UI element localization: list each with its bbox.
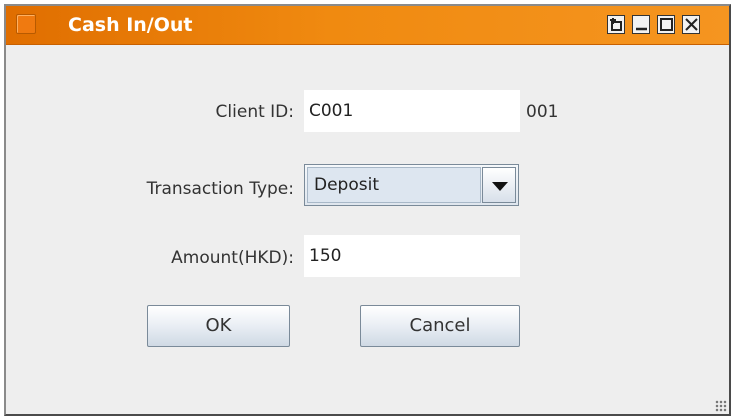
transaction-type-label: Transaction Type:: [146, 179, 294, 199]
cash-in-out-dialog: Cash In/Out Client ID: C001 001 Transact…: [4, 4, 731, 416]
pin-icon[interactable]: [607, 15, 625, 34]
title-bar[interactable]: Cash In/Out: [6, 6, 729, 45]
cancel-button[interactable]: Cancel: [360, 305, 520, 347]
client-id-field[interactable]: C001: [304, 90, 520, 132]
transaction-type-select[interactable]: Deposit: [304, 164, 519, 206]
minimize-icon[interactable]: [632, 15, 650, 34]
maximize-icon[interactable]: [657, 15, 675, 34]
close-icon[interactable]: [682, 15, 700, 34]
app-icon[interactable]: [16, 14, 36, 34]
chevron-down-icon[interactable]: [482, 167, 516, 203]
ok-button[interactable]: OK: [147, 305, 290, 347]
transaction-type-value[interactable]: Deposit: [307, 167, 481, 203]
resize-grip[interactable]: [715, 400, 727, 412]
client-id-suffix: 001: [526, 102, 559, 122]
amount-field[interactable]: 150: [304, 235, 520, 277]
amount-label: Amount(HKD):: [171, 248, 294, 268]
window-title: Cash In/Out: [68, 14, 193, 36]
client-id-label: Client ID:: [215, 102, 294, 122]
